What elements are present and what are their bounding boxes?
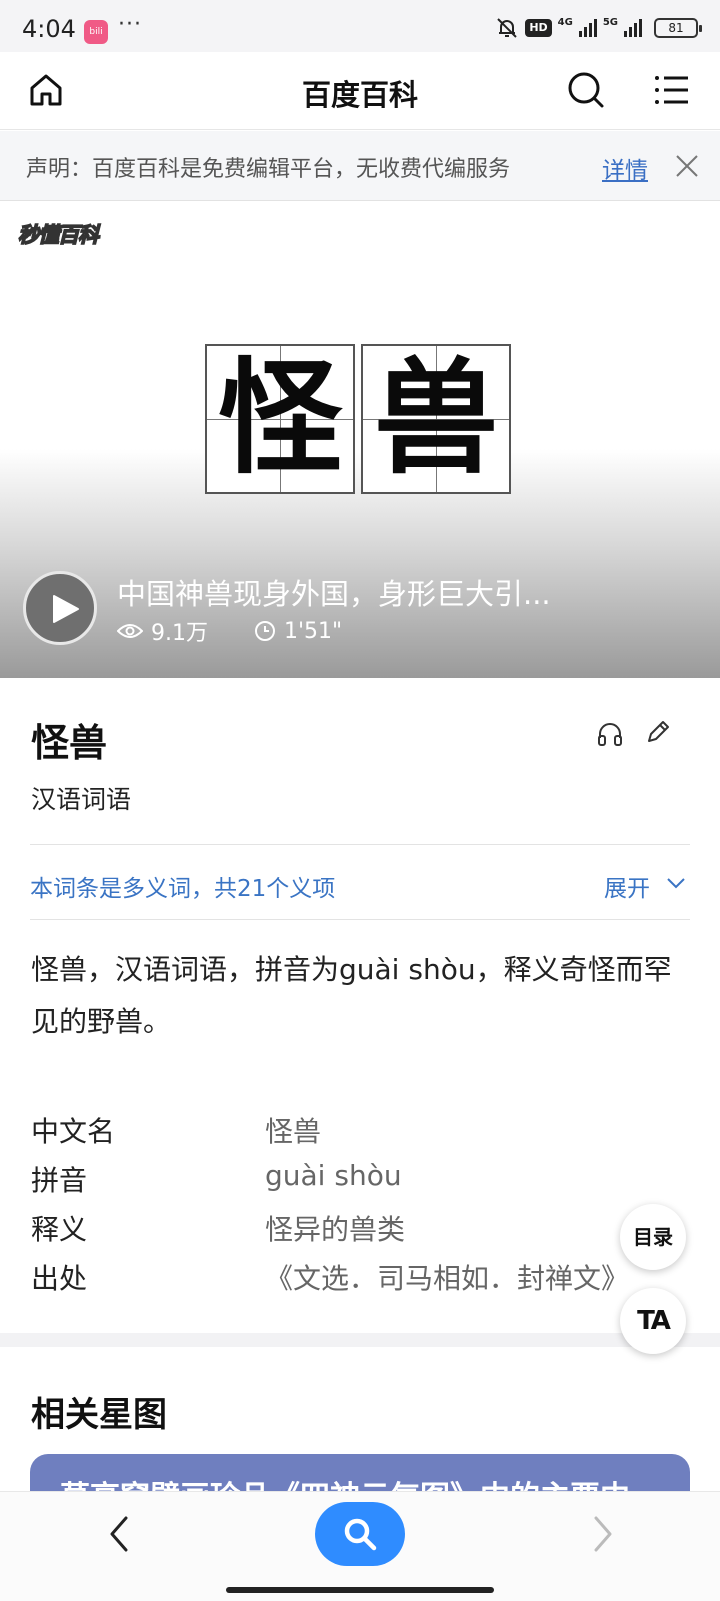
play-icon <box>53 595 79 623</box>
miaodong-logo: 秒懂百科 <box>17 222 100 248</box>
forward-arrow-icon[interactable] <box>588 1514 618 1554</box>
basic-info-table: 中文名 怪兽 拼音 guài shòu 释义 怪异的兽类 出处 《文选．司马相如… <box>31 1102 691 1298</box>
signal-bars-icon <box>624 19 642 37</box>
network-4g-label: 4G <box>557 16 573 28</box>
status-bar: 4:04 bili ··· HD 4G 5G 81 <box>0 0 720 52</box>
status-indicators: HD 4G 5G 81 <box>495 16 702 40</box>
info-value: 怪异的兽类 <box>265 1213 406 1246</box>
home-indicator[interactable] <box>226 1587 494 1593</box>
status-more-icon: ··· <box>118 12 142 37</box>
play-button[interactable] <box>23 571 97 645</box>
back-arrow-icon[interactable] <box>104 1514 134 1554</box>
bilibili-app-icon: bili <box>84 20 108 44</box>
chevron-down-icon[interactable] <box>666 873 686 893</box>
network-5g-label: 5G <box>602 16 618 28</box>
related-section-title: 相关星图 <box>31 1395 167 1435</box>
search-icon <box>344 1518 377 1551</box>
page-title: 百度百科 <box>301 78 418 112</box>
status-time: 4:04 <box>22 15 76 43</box>
info-value: guài shòu <box>265 1159 402 1192</box>
app-header: 百度百科 <box>0 52 720 130</box>
video-title[interactable]: 中国神兽现身外国，身形巨大引... <box>117 571 551 613</box>
edit-pencil-icon[interactable] <box>644 718 672 746</box>
menu-icon[interactable] <box>652 70 692 110</box>
section-divider <box>0 1333 720 1347</box>
signal-bars-icon <box>578 19 597 37</box>
table-of-contents-button[interactable]: 目录 <box>620 1204 686 1270</box>
search-button[interactable] <box>315 1502 405 1566</box>
info-row: 释义 怪异的兽类 <box>31 1200 691 1249</box>
info-key: 拼音 <box>31 1164 88 1197</box>
bottom-nav <box>0 1491 720 1601</box>
polysemy-text[interactable]: 本词条是多义词，共21个义项 <box>30 869 335 903</box>
info-value: 怪兽 <box>265 1115 322 1148</box>
entry-summary: 怪兽，汉语词语，拼音为guài shòu，释义奇怪而罕见的野兽。 <box>31 953 672 1038</box>
entry-subtitle: 汉语词语 <box>31 785 132 814</box>
battery-indicator: 81 <box>654 18 702 38</box>
info-value[interactable]: 《文选．司马相如．封禅文》 <box>265 1257 629 1297</box>
character-grid-1: 怪 <box>205 344 355 494</box>
close-icon[interactable] <box>674 153 700 179</box>
text-size-button[interactable]: TA <box>620 1288 686 1354</box>
info-key: 中文名 <box>31 1115 116 1148</box>
clock-icon <box>255 621 275 641</box>
info-key: 出处 <box>31 1262 88 1295</box>
info-key: 释义 <box>31 1213 88 1246</box>
video-meta: 9.1万 1'51" <box>117 615 342 647</box>
character-glyph: 怪 <box>217 346 342 491</box>
video-duration: 1'51" <box>284 618 343 644</box>
entry-title: 怪兽 <box>31 721 108 765</box>
eye-icon <box>117 624 143 638</box>
headphones-icon[interactable] <box>596 720 624 748</box>
disclaimer-details-link[interactable]: 详情 <box>602 151 648 185</box>
polysemy-bar[interactable]: 本词条是多义词，共21个义项 展开 <box>30 844 690 920</box>
hd-badge: HD <box>525 19 552 37</box>
info-row: 出处 《文选．司马相如．封禅文》 <box>31 1249 691 1298</box>
character-glyph: 兽 <box>373 346 498 491</box>
view-count: 9.1万 <box>151 621 208 646</box>
mute-bell-icon <box>497 18 518 38</box>
search-icon[interactable] <box>566 70 606 110</box>
disclaimer-text: 声明：百度百科是免费编辑平台，无收费代编服务 <box>26 157 511 182</box>
character-grid-2: 兽 <box>361 344 511 494</box>
info-row: 中文名 怪兽 <box>31 1102 691 1151</box>
disclaimer-banner: 声明：百度百科是免费编辑平台，无收费代编服务 详情 <box>0 131 720 201</box>
video-hero[interactable]: 秒懂百科 怪 兽 中国神兽现身外国，身形巨大引... 9.1万 1'51" <box>0 201 720 678</box>
expand-button[interactable]: 展开 <box>604 869 650 903</box>
info-row: 拼音 guài shòu <box>31 1151 691 1200</box>
